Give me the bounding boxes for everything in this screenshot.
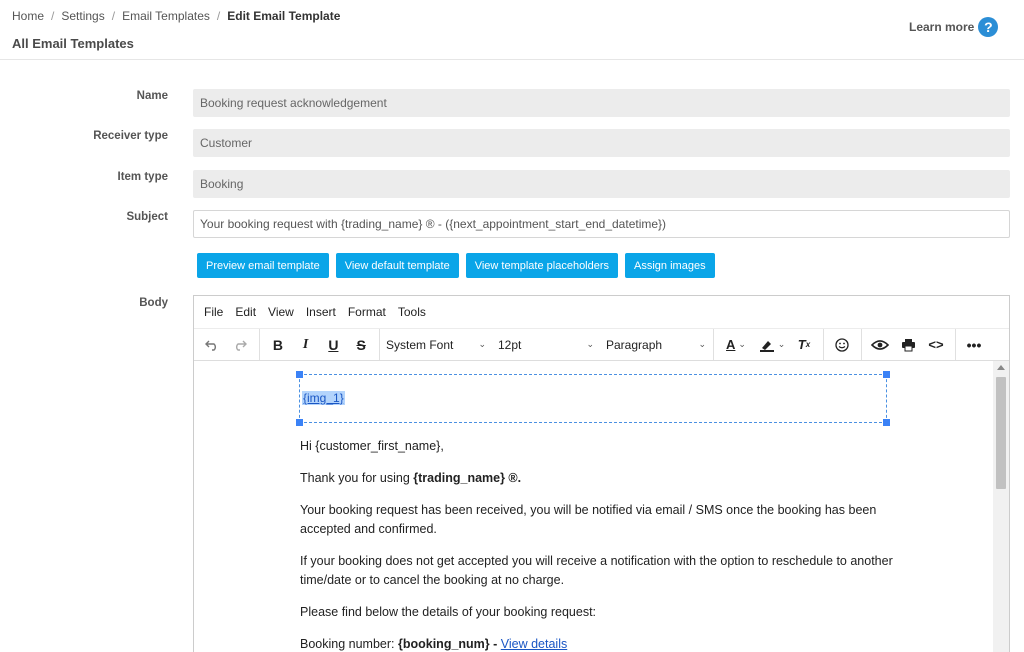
bold-icon[interactable]: B: [264, 333, 292, 357]
greeting-text: Hi {customer_first_name},: [300, 439, 444, 453]
subject-label: Subject: [126, 211, 168, 223]
menu-insert[interactable]: Insert: [306, 305, 336, 319]
scroll-thumb[interactable]: [996, 377, 1006, 489]
page-title[interactable]: All Email Templates: [12, 36, 134, 51]
resize-handle[interactable]: [883, 371, 890, 378]
body-label: Body: [139, 297, 168, 309]
redo-icon[interactable]: [226, 333, 254, 357]
breadcrumb: Home / Settings / Email Templates / Edit…: [12, 9, 340, 23]
print-icon[interactable]: [894, 333, 922, 357]
breadcrumb-separator: /: [216, 9, 221, 23]
resize-handle[interactable]: [296, 419, 303, 426]
image-placeholder-link[interactable]: {img_1}: [302, 391, 345, 405]
view-group: <>: [862, 329, 956, 360]
source-code-icon[interactable]: <>: [922, 333, 950, 357]
editor-content[interactable]: {img_1} Hi {customer_first_name}, Thank …: [194, 361, 1009, 652]
editor-scrollbar[interactable]: [993, 361, 1009, 652]
clear-formatting-icon[interactable]: Tx: [790, 333, 818, 357]
menu-tools[interactable]: Tools: [398, 305, 426, 319]
learn-more-link[interactable]: Learn more ?: [909, 17, 999, 37]
not-accepted-text: If your booking does not get accepted yo…: [300, 554, 893, 587]
block-format-select[interactable]: Paragraph ⌄: [600, 333, 712, 357]
scroll-up-icon[interactable]: [997, 365, 1005, 370]
breadcrumb-settings[interactable]: Settings: [61, 9, 104, 23]
undo-icon[interactable]: [198, 333, 226, 357]
chevron-down-icon: ⌄: [478, 339, 486, 349]
text-color-icon[interactable]: A ⌄: [718, 333, 754, 357]
receiver-type-field: Customer: [193, 129, 1010, 157]
subject-input[interactable]: Your booking request with {trading_name}…: [193, 210, 1010, 238]
received-text: Your booking request has been received, …: [300, 503, 877, 536]
header-divider: [0, 59, 1024, 60]
chevron-down-icon: ⌄: [586, 339, 594, 349]
emoji-icon[interactable]: [828, 333, 856, 357]
editor-toolbar: B I U S System Font ⌄ 12pt ⌄ Paragraph ⌄…: [194, 329, 1009, 361]
font-family-value: System Font: [386, 337, 454, 352]
breadcrumb-separator: /: [111, 9, 116, 23]
help-icon[interactable]: ?: [978, 17, 999, 37]
format-group: B I U S: [260, 329, 380, 360]
font-size-value: 12pt: [498, 337, 522, 352]
history-group: [194, 329, 260, 360]
name-label: Name: [136, 90, 168, 102]
menu-edit[interactable]: Edit: [235, 305, 256, 319]
item-type-field: Booking: [193, 170, 1010, 198]
resize-handle[interactable]: [883, 419, 890, 426]
template-actions: Preview email template View default temp…: [197, 253, 715, 278]
more-group: •••: [956, 329, 996, 360]
booking-number-label: Booking number:: [300, 637, 398, 651]
editor-menubar: File Edit View Insert Format Tools: [194, 296, 1009, 329]
view-details-link[interactable]: View details: [501, 637, 567, 651]
trading-name-placeholder: {trading_name} ®.: [413, 471, 522, 485]
block-format-value: Paragraph: [606, 337, 663, 352]
color-group: A ⌄ ⌄ Tx: [714, 329, 824, 360]
menu-view[interactable]: View: [268, 305, 294, 319]
view-template-placeholders-button[interactable]: View template placeholders: [465, 253, 619, 278]
breadcrumb-separator: /: [51, 9, 55, 23]
view-default-template-button[interactable]: View default template: [335, 253, 459, 278]
breadcrumb-current: Edit Email Template: [227, 9, 341, 23]
emoji-group: [824, 329, 862, 360]
resize-handle[interactable]: [296, 371, 303, 378]
italic-icon[interactable]: I: [292, 333, 320, 357]
preview-icon[interactable]: [866, 333, 894, 357]
item-type-label: Item type: [117, 171, 169, 183]
thanks-prefix: Thank you for using: [300, 471, 414, 485]
more-icon[interactable]: •••: [960, 333, 988, 357]
font-group: System Font ⌄ 12pt ⌄ Paragraph ⌄: [380, 329, 714, 360]
preview-email-template-button[interactable]: Preview email template: [197, 253, 329, 278]
image-placeholder[interactable]: {img_1}: [296, 371, 890, 426]
receiver-type-label: Receiver type: [93, 130, 168, 142]
font-family-select[interactable]: System Font ⌄: [380, 333, 492, 357]
highlight-color-icon[interactable]: ⌄: [754, 333, 790, 357]
learn-more-label: Learn more: [909, 20, 975, 34]
chevron-down-icon: ⌄: [698, 339, 706, 349]
underline-icon[interactable]: U: [320, 333, 348, 357]
menu-format[interactable]: Format: [348, 305, 386, 319]
details-intro-text: Please find below the details of your bo…: [300, 605, 597, 619]
breadcrumb-email-templates[interactable]: Email Templates: [122, 9, 210, 23]
strikethrough-icon[interactable]: S: [347, 333, 375, 357]
name-field: Booking request acknowledgement: [193, 89, 1010, 117]
booking-number-text: Booking number: {booking_num} - View det…: [300, 635, 900, 652]
body-editor: File Edit View Insert Format Tools B I U…: [193, 295, 1010, 652]
booking-number-placeholder: {booking_num}: [397, 637, 490, 651]
assign-images-button[interactable]: Assign images: [625, 253, 715, 278]
booking-dash: -: [489, 637, 501, 651]
menu-file[interactable]: File: [204, 305, 223, 319]
font-size-select[interactable]: 12pt ⌄: [492, 333, 600, 357]
breadcrumb-home[interactable]: Home: [12, 9, 44, 23]
thanks-text: Thank you for using {trading_name} ®.: [300, 469, 900, 488]
